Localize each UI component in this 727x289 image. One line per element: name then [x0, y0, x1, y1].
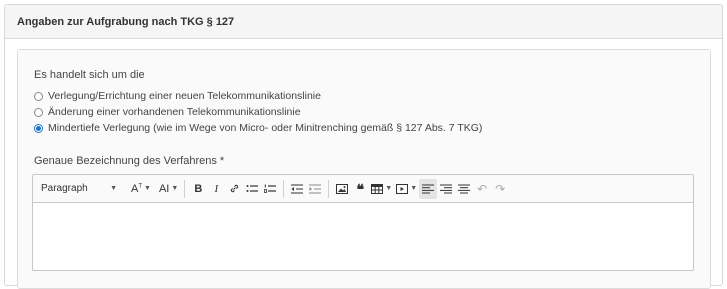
radio-option-change-line[interactable]: Änderung einer vorhandenen Telekommunika…	[34, 106, 301, 118]
italic-button[interactable]: I	[207, 179, 225, 199]
editor-toolbar: Paragraph ▼ AT ▼ AI ▼ B I ❝ ▼ ▼ ↶ ↷	[33, 175, 693, 203]
chevron-down-icon: ▼	[144, 185, 151, 192]
toolbar-divider	[328, 179, 330, 198]
font-family-dropdown[interactable]: AI ▼	[157, 179, 180, 199]
panel-title: Angaben zur Aufgrabung nach TKG § 127	[17, 15, 235, 28]
radio-label: Mindertiefe Verlegung (wie im Wege von M…	[48, 122, 483, 134]
radio-label: Änderung einer vorhandenen Telekommunika…	[48, 106, 301, 118]
bold-icon: B	[194, 182, 203, 195]
image-icon	[336, 183, 349, 194]
toolbar-divider	[283, 179, 285, 198]
insert-image-button[interactable]	[333, 179, 351, 199]
radio-button[interactable]	[34, 107, 43, 117]
radio-option-shallow-laying[interactable]: Mindertiefe Verlegung (wie im Wege von M…	[34, 122, 482, 134]
numbered-list-button[interactable]	[261, 179, 279, 199]
indent-icon	[309, 184, 322, 193]
bulleted-list-icon	[246, 184, 259, 192]
radio-label: Verlegung/Errichtung einer neuen Telekom…	[48, 90, 321, 102]
radio-option-new-line[interactable]: Verlegung/Errichtung einer neuen Telekom…	[34, 90, 321, 102]
panel-header: Angaben zur Aufgrabung nach TKG § 127	[5, 5, 722, 39]
media-icon	[396, 183, 409, 194]
blockquote-button[interactable]: ❝	[351, 179, 369, 199]
procedure-field-label: Genaue Bezeichnung des Verfahrens *	[34, 155, 225, 167]
rich-text-editor: Paragraph ▼ AT ▼ AI ▼ B I ❝ ▼ ▼ ↶ ↷	[32, 174, 694, 271]
paragraph-label: Paragraph	[41, 183, 88, 194]
link-icon	[230, 184, 239, 193]
editor-content-area[interactable]	[33, 203, 693, 271]
chevron-down-icon: ▼	[171, 185, 179, 192]
align-right-icon	[440, 184, 453, 193]
align-center-icon	[458, 184, 471, 193]
insert-table-button[interactable]: ▼	[369, 179, 394, 199]
chevron-down-icon: ▼	[110, 185, 117, 192]
paragraph-dropdown[interactable]: Paragraph ▼	[33, 179, 123, 199]
chevron-down-icon: ▼	[385, 185, 393, 192]
outdent-button[interactable]	[288, 179, 306, 199]
font-size-dropdown[interactable]: AT ▼	[129, 179, 153, 199]
form-section: Es handelt sich um die Verlegung/Erricht…	[17, 49, 711, 289]
insert-media-button[interactable]: ▼	[394, 179, 419, 199]
bulleted-list-button[interactable]	[243, 179, 261, 199]
indent-button[interactable]	[306, 179, 324, 199]
question-label: Es handelt sich um die	[34, 69, 145, 81]
link-button[interactable]	[225, 179, 243, 199]
redo-button[interactable]: ↷	[491, 179, 509, 199]
bold-button[interactable]: B	[189, 179, 207, 199]
permit-panel: Angaben zur Aufgrabung nach TKG § 127 Es…	[4, 4, 723, 289]
align-left-button[interactable]	[419, 178, 438, 199]
outdent-icon	[291, 184, 304, 193]
font-size-icon: AT	[131, 182, 143, 195]
radio-button-checked[interactable]	[34, 123, 43, 133]
undo-button[interactable]: ↶	[473, 179, 491, 199]
numbered-list-icon	[264, 184, 277, 193]
quote-icon: ❝	[356, 180, 365, 197]
align-left-icon	[422, 184, 435, 193]
table-icon	[371, 183, 384, 194]
radio-button[interactable]	[34, 91, 43, 101]
redo-icon: ↷	[495, 181, 506, 196]
undo-icon: ↶	[477, 181, 488, 196]
italic-icon: I	[214, 182, 219, 195]
align-center-button[interactable]	[455, 179, 473, 199]
toolbar-divider	[184, 179, 186, 198]
chevron-down-icon: ▼	[410, 185, 418, 192]
align-right-button[interactable]	[437, 179, 455, 199]
font-family-icon: AI	[158, 182, 170, 195]
